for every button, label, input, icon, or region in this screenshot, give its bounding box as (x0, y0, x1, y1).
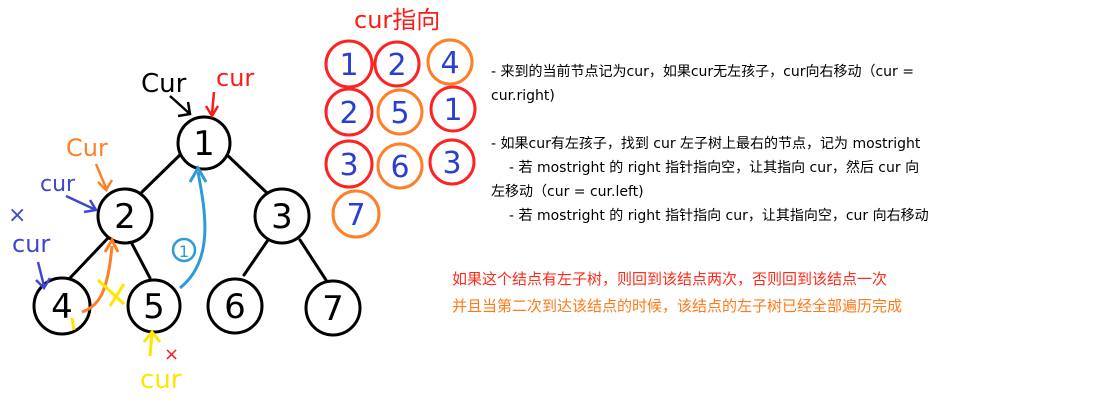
tree-node-7: 7 (304, 279, 362, 337)
sequence-item: 3 (324, 139, 374, 189)
node-label: 5 (143, 287, 165, 327)
svg-text:2: 2 (387, 48, 406, 83)
tree-node-5: 5 (126, 278, 182, 334)
sequence-item: 3 (428, 138, 476, 186)
edge-1-2 (140, 148, 187, 194)
cur-label-black: Cur (141, 69, 187, 99)
node-label: 7 (322, 289, 344, 329)
sequence-item: 7 (331, 189, 381, 239)
svg-text:5: 5 (390, 96, 409, 131)
edge-3-7 (298, 238, 328, 282)
rule-line: - 若 mostright 的 right 指针指向空，让其指向 cur，然后 … (509, 160, 920, 176)
svg-text:2: 2 (339, 96, 358, 131)
summary-line-orange: 并且当第二次到达该结点的时候，该结点的左子树已经全部遍历完成 (452, 297, 903, 315)
node-label: 6 (224, 287, 246, 327)
sequence-title: cur指向 (354, 6, 440, 34)
sequence-item: 1 (324, 39, 374, 89)
cur-label-blue-1: cur (40, 172, 76, 197)
edge-2-5 (128, 238, 152, 280)
svg-text:4: 4 (440, 46, 459, 81)
cur-label-red: cur (216, 64, 254, 92)
edge-3-6 (242, 238, 270, 277)
node-label: 3 (271, 197, 293, 237)
cur-label-blue-2: cur (12, 230, 50, 258)
rule-line: - 如果cur有左孩子，找到 cur 左子树上最右的节点，记为 mostrigh… (491, 136, 921, 152)
tree-node-6: 6 (206, 277, 264, 335)
rule-line: - 若 mostright 的 right 指针指向 cur，让其指向空，cur… (509, 208, 929, 224)
rule-line: - 来到的当前节点记为cur，如果cur无左孩子，cur向右移动（cur = (491, 64, 914, 80)
tree-node-1: 1 (176, 115, 232, 171)
cur-arrow-red (204, 91, 220, 119)
cur-arrow-orange (94, 163, 114, 193)
rule-line: cur.right) (491, 88, 555, 104)
cancel-mark-blue: × (8, 203, 26, 228)
edge-1-3 (222, 150, 268, 194)
cur-sequence-grid: 1 2 4 2 5 1 3 6 3 7 (324, 38, 477, 239)
sequence-item: 1 (429, 85, 477, 133)
sequence-item: 2 (324, 87, 374, 137)
edge-2-4 (68, 236, 110, 280)
rule-line: 左移动（cur = cur.left) (491, 184, 644, 200)
cur-arrow-black (169, 95, 192, 118)
svg-text:1: 1 (443, 93, 462, 128)
morris-summary: 如果这个结点有左子树，则回到该结点两次，否则回到该结点一次 并且当第二次到达该结… (452, 266, 902, 320)
sequence-item: 2 (373, 40, 421, 88)
node-label: 2 (114, 197, 136, 237)
cur-arrow-yellow (142, 329, 162, 357)
cur-arrow-blue-1 (65, 194, 99, 214)
svg-text:3: 3 (339, 148, 358, 183)
cur-label-orange: Cur (66, 134, 108, 162)
sequence-item: 6 (376, 142, 424, 190)
sequence-item: 5 (376, 88, 424, 136)
node-label: 1 (193, 124, 215, 164)
node-label: 4 (51, 287, 73, 327)
svg-text:6: 6 (390, 150, 409, 185)
svg-text:1: 1 (339, 48, 358, 83)
svg-text:3: 3 (442, 146, 461, 181)
cancel-mark-red: × (164, 344, 179, 365)
summary-line-red: 如果这个结点有左子树，则回到该结点两次，否则回到该结点一次 (452, 270, 888, 288)
thread-5-to-1-path (179, 171, 207, 290)
morris-rules-text: - 来到的当前节点记为cur，如果cur无左孩子，cur向右移动（cur = c… (491, 60, 1091, 228)
tree-node-2: 2 (96, 187, 154, 245)
svg-text:7: 7 (346, 198, 365, 233)
thread-label: 1 (179, 242, 189, 261)
sequence-item: 4 (426, 38, 474, 86)
cur-label-yellow: cur (140, 365, 182, 395)
tree-node-3: 3 (253, 187, 311, 245)
